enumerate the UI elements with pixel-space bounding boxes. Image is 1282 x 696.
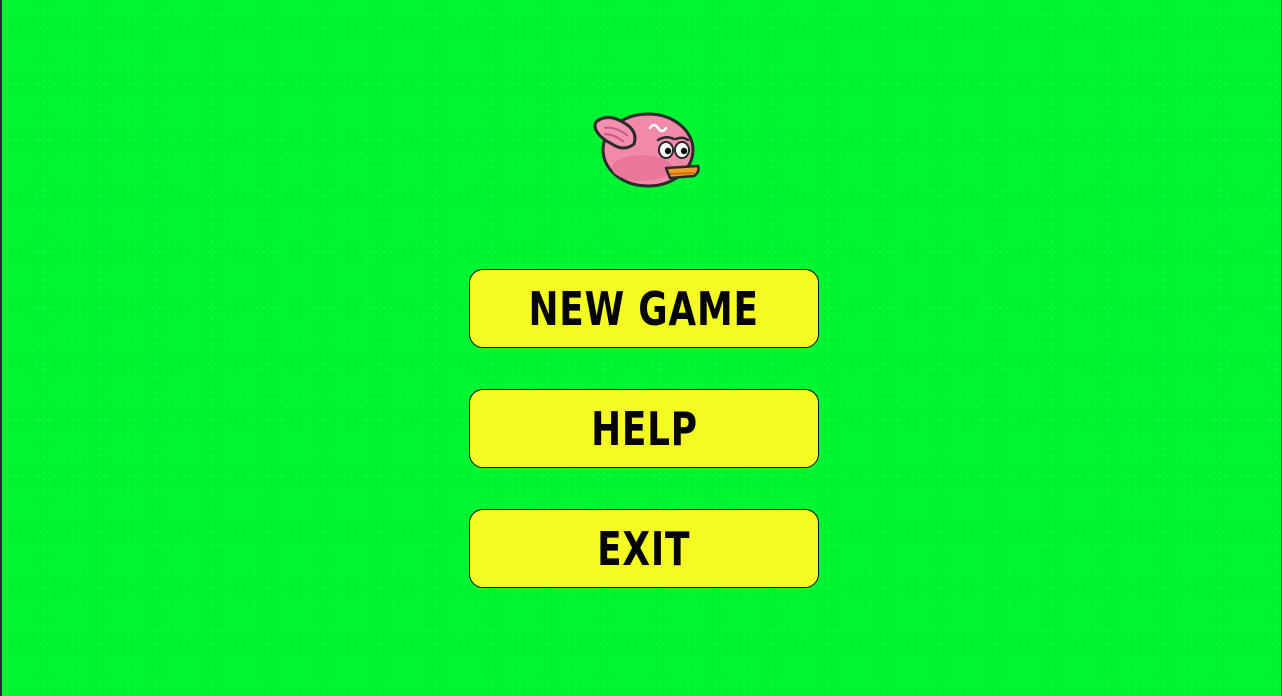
help-label: HELP bbox=[590, 401, 698, 456]
new-game-label: NEW GAME bbox=[528, 281, 760, 336]
new-game-button[interactable]: NEW GAME bbox=[469, 269, 819, 348]
pink-bird-icon bbox=[593, 112, 700, 188]
exit-button[interactable]: EXIT bbox=[469, 509, 819, 588]
help-button[interactable]: HELP bbox=[469, 389, 819, 468]
exit-label: EXIT bbox=[597, 521, 691, 576]
main-menu-screen: NEW GAME HELP EXIT bbox=[0, 0, 1282, 696]
